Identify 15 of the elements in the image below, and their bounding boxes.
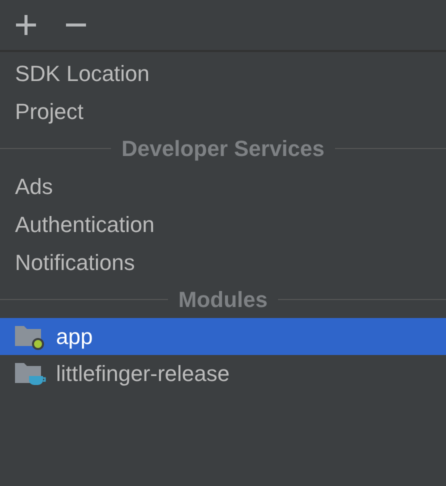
settings-item[interactable]: Project — [15, 94, 84, 128]
module-name: app — [56, 323, 93, 351]
add-icon[interactable] — [16, 15, 36, 35]
module-item[interactable]: app — [0, 318, 446, 355]
settings-item[interactable]: SDK Location — [15, 56, 150, 90]
folder-dot-icon — [15, 324, 46, 350]
folder-cup-icon — [15, 360, 46, 386]
remove-icon[interactable] — [66, 23, 86, 27]
section-header: Developer Services — [121, 135, 325, 163]
settings-item[interactable]: Authentication — [15, 208, 154, 240]
section-header: Modules — [178, 286, 268, 314]
settings-item[interactable]: Ads — [15, 170, 53, 202]
module-name: littlefinger-release — [56, 360, 230, 388]
settings-item[interactable]: Notifications — [15, 246, 135, 278]
module-item[interactable]: littlefinger-release — [0, 355, 446, 392]
